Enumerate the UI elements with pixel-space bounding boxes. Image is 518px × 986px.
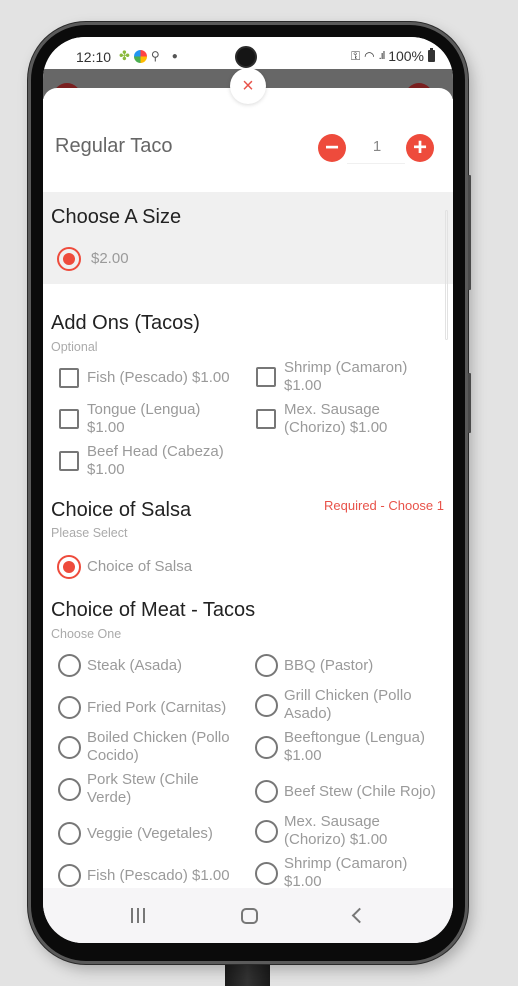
volume-button <box>468 175 471 290</box>
salsa-section: Choice of Salsa Required - Choose 1 Plea… <box>43 489 453 591</box>
app-color-icon <box>133 49 147 63</box>
front-camera <box>235 46 257 68</box>
addons-subtitle: Optional <box>51 340 98 354</box>
power-button <box>468 373 471 433</box>
system-nav-bar <box>43 888 453 943</box>
meat-option[interactable]: Grill Chicken (Pollo Asado) <box>248 687 438 723</box>
dot-icon: ● <box>171 50 178 62</box>
radio-icon[interactable] <box>57 654 81 677</box>
radio-icon[interactable] <box>57 735 81 759</box>
checkbox-icon[interactable] <box>256 409 276 429</box>
radio-icon[interactable] <box>254 735 278 759</box>
meat-title: Choice of Meat - Tacos <box>51 599 256 621</box>
meat-option[interactable]: Mex. Sausage (Chorizo) $1.00 <box>248 813 438 849</box>
size-section: Choose A Size $2.00 <box>43 192 453 284</box>
salsa-title: Choice of Salsa <box>51 499 192 521</box>
meat-option[interactable]: Steak (Asada) <box>51 654 247 677</box>
radio-icon[interactable] <box>57 822 81 845</box>
quantity-stepper: − 1 + <box>317 132 437 164</box>
status-bar: 12:10 ✤ ⚲ ● ⚿ ◠ .ıl 100% <box>43 37 453 69</box>
addon-option[interactable]: Mex. Sausage (Chorizo) $1.00 <box>248 401 438 437</box>
quantity-value: 1 <box>372 138 382 155</box>
addon-option[interactable]: Shrimp (Camaron) $1.00 <box>248 359 438 395</box>
battery-icon <box>428 48 435 62</box>
addons-section: Add Ons (Tacos) Optional Fish (Pescado) … <box>43 284 453 489</box>
addon-option[interactable]: Beef Head (Cabeza) $1.00 <box>51 443 247 479</box>
addon-option[interactable]: Fish (Pescado) $1.00 <box>51 368 247 388</box>
meat-option[interactable]: Fish (Pescado) $1.00 <box>51 864 247 887</box>
checkbox-icon[interactable] <box>256 367 276 387</box>
status-time: 12:10 <box>76 49 112 65</box>
meat-section: Choice of Meat - Tacos Choose One Steak … <box>43 591 453 888</box>
radio-selected-icon[interactable] <box>57 247 81 271</box>
close-icon: × <box>242 74 254 97</box>
android-icon: ✤ <box>119 48 130 63</box>
back-button[interactable] <box>351 907 368 924</box>
minus-icon: − <box>324 134 339 161</box>
vpn-key-icon: ⚿ <box>351 48 361 63</box>
size-option-label: $2.00 <box>91 250 129 267</box>
radio-icon[interactable] <box>254 819 278 843</box>
checkbox-icon[interactable] <box>59 451 79 471</box>
location-icon: ⚲ <box>150 49 160 63</box>
home-button[interactable] <box>241 907 258 924</box>
meat-option[interactable]: Beef Stew (Chile Rojo) <box>248 780 438 803</box>
checkbox-icon[interactable] <box>59 409 79 429</box>
close-button[interactable]: × <box>230 68 266 104</box>
increase-quantity-button[interactable]: + <box>406 134 434 162</box>
radio-icon[interactable] <box>254 693 278 717</box>
battery-percent: 100% <box>388 48 424 64</box>
salsa-subtitle: Please Select <box>51 526 128 540</box>
size-title: Choose A Size <box>51 206 182 228</box>
decrease-quantity-button[interactable]: − <box>318 134 346 162</box>
plus-icon: + <box>412 134 427 161</box>
meat-option[interactable]: Pork Stew (Chile Verde) <box>51 771 247 807</box>
meat-option[interactable]: Shrimp (Camaron) $1.00 <box>248 855 438 888</box>
required-badge: Required - Choose 1 <box>324 498 444 513</box>
size-option[interactable]: $2.00 <box>51 247 129 271</box>
addon-option[interactable]: Tongue (Lengua) $1.00 <box>51 401 247 437</box>
meat-subtitle: Choose One <box>51 627 122 641</box>
signal-icon: .ıl <box>378 50 385 62</box>
radio-icon[interactable] <box>57 864 81 887</box>
meat-option[interactable]: Beeftongue (Lengua) $1.00 <box>248 729 438 765</box>
meat-option[interactable]: Veggie (Vegetales) <box>51 822 247 845</box>
meat-option[interactable]: BBQ (Pastor) <box>248 654 438 677</box>
item-options-modal: Regular Taco − 1 + Choose A Size $2.00 A… <box>43 88 453 888</box>
recents-button[interactable] <box>131 908 145 923</box>
radio-selected-icon[interactable] <box>57 555 81 579</box>
salsa-option[interactable]: Choice of Salsa <box>51 555 192 579</box>
phone-screen: 12:10 ✤ ⚲ ● ⚿ ◠ .ıl 100% × Regular Taco … <box>43 37 453 943</box>
meat-option[interactable]: Fried Pork (Carnitas) <box>51 696 247 719</box>
item-name: Regular Taco <box>55 135 173 157</box>
radio-icon[interactable] <box>254 654 278 677</box>
meat-option[interactable]: Boiled Chicken (Pollo Cocido) <box>51 729 247 765</box>
usb-cable <box>225 962 270 986</box>
radio-icon[interactable] <box>254 861 278 885</box>
wifi-icon: ◠ <box>364 49 375 63</box>
radio-icon[interactable] <box>57 696 81 719</box>
radio-icon[interactable] <box>254 780 278 803</box>
checkbox-icon[interactable] <box>59 368 79 388</box>
radio-icon[interactable] <box>57 777 81 801</box>
addons-title: Add Ons (Tacos) <box>51 312 200 334</box>
